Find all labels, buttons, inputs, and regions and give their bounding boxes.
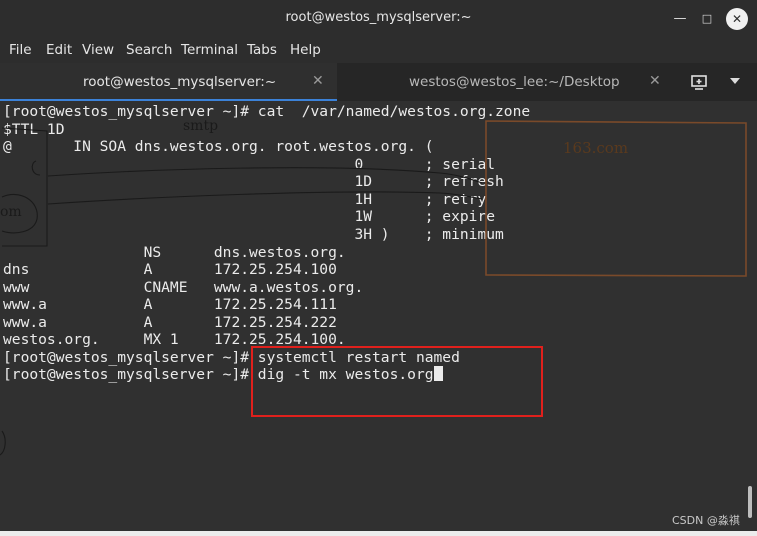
title-bar: root@westos_mysqlserver:~ — □ ✕	[0, 0, 757, 39]
scrollbar[interactable]	[748, 486, 752, 518]
tab-root-mysqlserver[interactable]: root@westos_mysqlserver:~ ✕	[0, 63, 337, 101]
close-button[interactable]: ✕	[726, 8, 748, 30]
watermark: CSDN @淼祺	[672, 514, 740, 527]
terminal-line: www.a A 172.25.254.222	[3, 314, 337, 331]
new-tab-icon[interactable]	[690, 73, 708, 91]
annotation-partial-label: om	[0, 204, 22, 220]
terminal-line: 0 ; serial	[3, 156, 496, 173]
tab-bar: root@westos_mysqlserver:~ ✕ westos@westo…	[0, 63, 757, 101]
terminal-line: www.a A 172.25.254.111	[3, 296, 337, 313]
chevron-down-icon[interactable]	[730, 78, 740, 84]
terminal-line: 1D ; refresh	[3, 173, 504, 190]
menu-view[interactable]: View	[82, 42, 114, 58]
menu-search[interactable]: Search	[126, 42, 172, 58]
terminal-line: @ IN SOA dns.westos.org. root.westos.org…	[3, 138, 434, 155]
terminal-line: 1H ; retry	[3, 191, 487, 208]
menu-file[interactable]: File	[9, 42, 32, 58]
tab-westos-desktop[interactable]: westos@westos_lee:~/Desktop ✕	[337, 63, 677, 101]
terminal-line: dns A 172.25.254.100	[3, 261, 337, 278]
menu-tabs[interactable]: Tabs	[247, 42, 277, 58]
window-title: root@westos_mysqlserver:~	[285, 10, 472, 25]
tab-close-icon[interactable]: ✕	[312, 73, 324, 89]
menu-bar: File Edit View Search Terminal Tabs Help	[0, 38, 757, 63]
terminal-output[interactable]: [root@westos_mysqlserver ~]# cat /var/na…	[0, 101, 757, 531]
minimize-button[interactable]: —	[670, 9, 690, 29]
terminal-line: 3H ) ; minimum	[3, 226, 504, 243]
terminal-line: [root@westos_mysqlserver ~]# systemctl r…	[3, 349, 460, 366]
annotation-smtp: smtp	[183, 118, 219, 134]
menu-help[interactable]: Help	[290, 42, 321, 58]
terminal-line: www CNAME www.a.westos.org.	[3, 279, 364, 296]
terminal-line: 1W ; expire	[3, 208, 496, 225]
text-cursor	[433, 366, 443, 381]
bottom-border	[0, 531, 757, 536]
terminal-line: $TTL 1D	[3, 121, 65, 138]
terminal-line: [root@westos_mysqlserver ~]# cat /var/na…	[3, 103, 531, 120]
menu-edit[interactable]: Edit	[46, 42, 72, 58]
command-text: [root@westos_mysqlserver ~]# dig -t mx w…	[3, 366, 434, 383]
terminal-line: NS dns.westos.org.	[3, 244, 346, 261]
terminal-line: westos.org. MX 1 172.25.254.100.	[3, 331, 346, 348]
maximize-button[interactable]: □	[697, 9, 717, 29]
terminal-window: root@westos_mysqlserver:~ — □ ✕ File Edi…	[0, 0, 757, 536]
annotation-163-com: 163.com	[563, 139, 629, 157]
menu-terminal[interactable]: Terminal	[181, 42, 238, 58]
tab-label: root@westos_mysqlserver:~	[83, 74, 277, 90]
tab-close-icon[interactable]: ✕	[649, 73, 661, 89]
tab-label: westos@westos_lee:~/Desktop	[409, 74, 620, 90]
terminal-prompt-line: [root@westos_mysqlserver ~]# dig -t mx w…	[3, 366, 443, 383]
